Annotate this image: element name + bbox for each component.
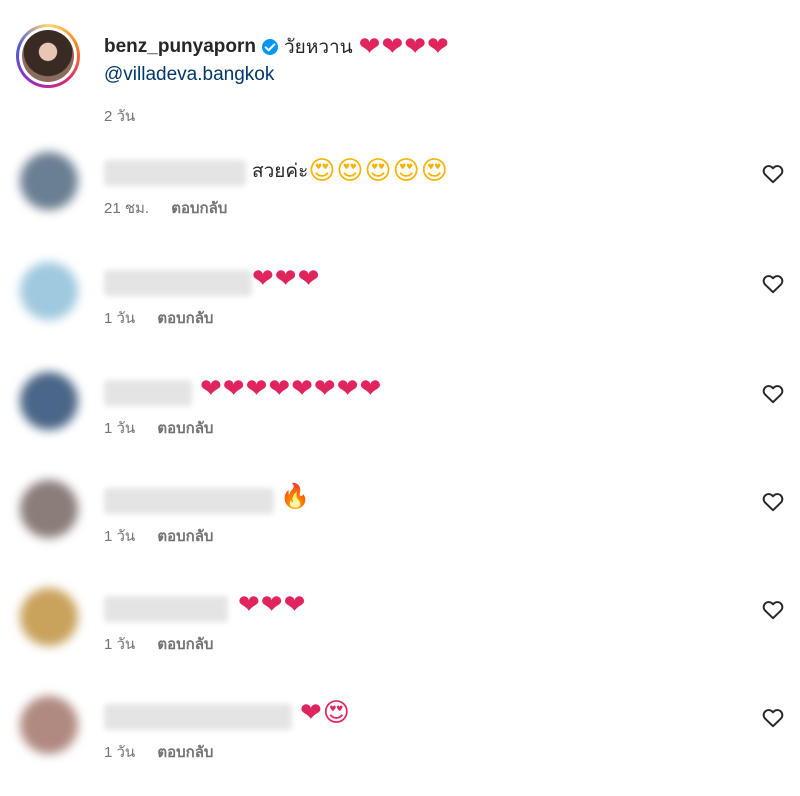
comment-text: 🔥 [280, 484, 311, 508]
comment-text: ❤❤❤ [238, 592, 306, 618]
comment-body: สวยค่ะ [252, 161, 309, 182]
comment-meta: 1 วัน ตอบกลับ [104, 306, 213, 330]
comment-emojis: 😍😍😍😍😍 [308, 156, 449, 186]
heart-outline-icon[interactable] [760, 380, 786, 406]
reply-button[interactable]: ตอบกลับ [157, 636, 213, 653]
comment-meta: 1 วัน ตอบกลับ [104, 524, 213, 548]
comment-text: สวยค่ะ 😍😍😍😍😍 [252, 156, 449, 186]
reply-button[interactable]: ตอบกลับ [171, 200, 227, 217]
commenter-username-blurred[interactable] [104, 270, 252, 296]
comment-timestamp[interactable]: 1 วัน [104, 636, 135, 653]
comment-item: ❤❤❤❤❤❤❤❤ 1 วัน ตอบกลับ [16, 372, 786, 472]
comment-text: ❤❤❤ [252, 266, 320, 292]
reply-button[interactable]: ตอบกลับ [157, 528, 213, 545]
verified-badge-icon [262, 39, 279, 55]
comment-emojis: ❤❤❤ [238, 590, 307, 620]
reply-button[interactable]: ตอบกลับ [157, 310, 213, 327]
post-caption: benz_punyaporn วัยหวาน ❤❤❤❤ @villadeva.b… [16, 24, 786, 134]
reply-button[interactable]: ตอบกลับ [157, 420, 213, 437]
comment-meta: 21 ชม. ตอบกลับ [104, 196, 227, 220]
mention-link[interactable]: @villadeva.bangkok [104, 64, 274, 86]
commenter-avatar[interactable] [20, 588, 78, 646]
comment-timestamp[interactable]: 1 วัน [104, 310, 135, 327]
commenter-username-blurred[interactable] [104, 596, 228, 622]
commenter-username-blurred[interactable] [104, 160, 246, 186]
reply-button[interactable]: ตอบกลับ [157, 744, 213, 761]
caption-emojis: ❤❤❤❤ [358, 32, 450, 62]
comment-meta: 1 วัน ตอบกลับ [104, 416, 213, 440]
comment-timestamp[interactable]: 1 วัน [104, 744, 135, 761]
commenter-username-blurred[interactable] [104, 380, 192, 406]
comment-item: 🔥 1 วัน ตอบกลับ [16, 480, 786, 580]
comment-meta: 1 วัน ตอบกลับ [104, 632, 213, 656]
commenter-avatar[interactable] [20, 372, 78, 430]
commenter-username-blurred[interactable] [104, 704, 292, 730]
heart-outline-icon[interactable] [760, 596, 786, 622]
author-username[interactable]: benz_punyaporn [104, 36, 256, 58]
comment-emojis: ❤❤❤ [252, 264, 321, 294]
comment-item: สวยค่ะ 😍😍😍😍😍 21 ชม. ตอบกลับ [16, 152, 786, 252]
comment-timestamp[interactable]: 1 วัน [104, 420, 135, 437]
comment-item: ❤😍 1 วัน ตอบกลับ [16, 696, 786, 796]
heart-outline-icon[interactable] [760, 704, 786, 730]
comment-emojis: 🔥 [280, 482, 311, 510]
comment-emojis: ❤❤❤❤❤❤❤❤ [200, 374, 383, 404]
commenter-username-blurred[interactable] [104, 488, 274, 514]
heart-outline-icon[interactable] [760, 488, 786, 514]
comment-timestamp[interactable]: 1 วัน [104, 528, 135, 545]
commenter-avatar[interactable] [20, 480, 78, 538]
comment-text: ❤❤❤❤❤❤❤❤ [200, 376, 382, 402]
comment-meta: 1 วัน ตอบกลับ [104, 740, 213, 764]
caption-timestamp[interactable]: 2 วัน [104, 104, 135, 128]
caption-line: benz_punyaporn วัยหวาน ❤❤❤❤ [104, 32, 450, 62]
heart-outline-icon[interactable] [760, 270, 786, 296]
commenter-avatar[interactable] [20, 262, 78, 320]
heart-outline-icon[interactable] [760, 160, 786, 186]
comment-emojis: ❤😍 [300, 698, 351, 728]
comment-timestamp[interactable]: 21 ชม. [104, 200, 149, 217]
comment-text: ❤😍 [300, 700, 351, 726]
comment-item: ❤❤❤ 1 วัน ตอบกลับ [16, 262, 786, 362]
commenter-avatar[interactable] [20, 152, 78, 210]
author-avatar[interactable] [16, 24, 80, 88]
caption-text: วัยหวาน [284, 37, 353, 58]
comment-item: ❤❤❤ 1 วัน ตอบกลับ [16, 588, 786, 688]
commenter-avatar[interactable] [20, 696, 78, 754]
